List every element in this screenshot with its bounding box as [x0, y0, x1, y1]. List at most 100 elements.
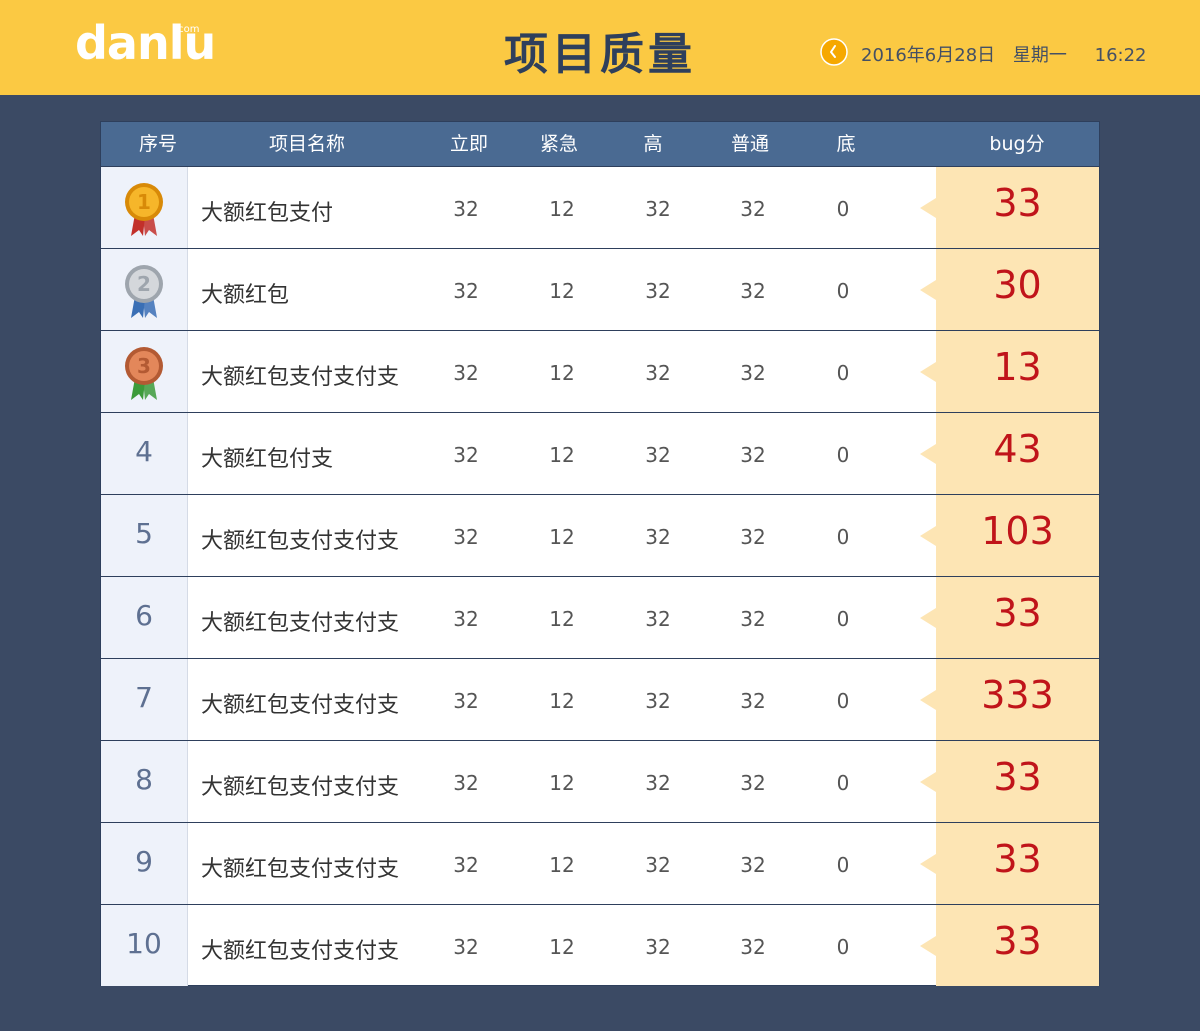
- table-header: 序号 项目名称 立即 紧急 高 普通 底 bug分: [101, 122, 1099, 166]
- column-header: 普通: [730, 133, 769, 155]
- rank-cell: 8: [101, 741, 188, 822]
- medal-rank: 3: [137, 354, 151, 378]
- count-cell: 32: [645, 935, 671, 959]
- count-cell: 0: [836, 935, 850, 959]
- score-pointer: [920, 280, 936, 300]
- quality-table: 序号 项目名称 立即 紧急高普通底 bug分 1 大额红包支付 32 12 32 32 0 33 2 大额…: [100, 121, 1100, 986]
- count-cell: 0: [836, 197, 850, 221]
- count-cell: 32: [453, 935, 479, 959]
- bug-score: 13: [993, 345, 1042, 389]
- score-pointer: [920, 690, 936, 710]
- bug-score: 33: [993, 591, 1042, 635]
- count-cell: 12: [549, 689, 575, 713]
- clock-icon: [820, 38, 848, 66]
- column-header: 立即: [449, 133, 488, 155]
- project-name: 大额红包支付支付支: [201, 365, 400, 390]
- bug-score: 43: [993, 427, 1042, 471]
- silver-medal-icon: 2: [125, 265, 163, 318]
- count-cell: 0: [836, 853, 850, 877]
- project-name: 大额红包支付支付支: [201, 693, 400, 718]
- count-cell: 12: [549, 443, 575, 467]
- datetime: 2016年6月28日 星期一 16:22: [861, 41, 1147, 67]
- count-cell: 32: [645, 279, 671, 303]
- count-cell: 32: [740, 361, 766, 385]
- rank-number: 6: [135, 599, 153, 632]
- count-cell: 0: [836, 443, 850, 467]
- column-header: bug分: [989, 133, 1045, 155]
- bug-score: 33: [993, 837, 1042, 881]
- gold-medal-icon: 1: [125, 183, 163, 236]
- count-cell: 32: [740, 689, 766, 713]
- bronze-medal-icon: 3: [125, 347, 163, 400]
- medal-rank: 1: [137, 190, 151, 214]
- project-name: 大额红包支付支付支: [201, 611, 400, 636]
- rank-number: 4: [135, 435, 153, 468]
- count-cell: 0: [836, 771, 850, 795]
- time-text: 16:22: [1094, 45, 1147, 66]
- table-row: 6 大额红包支付支付支 32 12 32 32 0 33: [101, 576, 1099, 658]
- count-cell: 12: [549, 853, 575, 877]
- column-header: 项目名称: [268, 133, 345, 155]
- count-cell: 32: [740, 607, 766, 631]
- count-cell: 32: [740, 771, 766, 795]
- table-row: 1 大额红包支付 32 12 32 32 0 33: [101, 166, 1099, 248]
- bug-score: 103: [981, 509, 1054, 553]
- count-cell: 32: [645, 689, 671, 713]
- table-row: 9 大额红包支付支付支 32 12 32 32 0 33: [101, 822, 1099, 904]
- rank-cell: 2: [101, 249, 188, 330]
- count-cell: 12: [549, 279, 575, 303]
- count-cell: 32: [453, 607, 479, 631]
- table-row: 8 大额红包支付支付支 32 12 32 32 0 33: [101, 740, 1099, 822]
- rank-number: 9: [135, 845, 153, 878]
- count-cell: 0: [836, 607, 850, 631]
- count-cell: 32: [740, 935, 766, 959]
- score-pointer: [920, 772, 936, 792]
- bug-score: 33: [993, 919, 1042, 963]
- count-cell: 32: [645, 771, 671, 795]
- rank-cell: 9: [101, 823, 188, 904]
- count-cell: 0: [836, 689, 850, 713]
- table-row: 10 大额红包支付支付支 32 12 32 32 0 33: [101, 904, 1099, 986]
- count-cell: 0: [836, 525, 850, 549]
- table-row: 3 大额红包支付支付支 32 12 32 32 0 13: [101, 330, 1099, 412]
- rank-number: 8: [135, 763, 153, 796]
- project-name: 大额红包支付支付支: [201, 529, 400, 554]
- top-header: danlu .com 项目质量 2016年6月28日 星期一 16:22: [0, 0, 1200, 95]
- table-row: 4 大额红包付支 32 12 32 32 0 43: [101, 412, 1099, 494]
- count-cell: 32: [740, 853, 766, 877]
- count-cell: 32: [453, 525, 479, 549]
- project-name: 大额红包付支: [201, 447, 334, 472]
- count-cell: 32: [645, 525, 671, 549]
- count-cell: 32: [453, 443, 479, 467]
- project-name: 大额红包支付支付支: [201, 939, 400, 964]
- count-cell: 32: [740, 443, 766, 467]
- column-header: 序号: [138, 133, 177, 155]
- count-cell: 32: [645, 197, 671, 221]
- weekday-text: 星期一: [1012, 45, 1067, 66]
- count-cell: 32: [645, 853, 671, 877]
- bug-score: 30: [993, 263, 1042, 307]
- score-pointer: [920, 362, 936, 382]
- count-cell: 32: [453, 197, 479, 221]
- rank-cell: 7: [101, 659, 188, 740]
- count-cell: 0: [836, 361, 850, 385]
- count-cell: 32: [453, 853, 479, 877]
- column-header: 高: [643, 133, 663, 155]
- bug-score: 333: [981, 673, 1054, 717]
- table-row: 5 大额红包支付支付支 32 12 32 32 0 103: [101, 494, 1099, 576]
- count-cell: 32: [453, 689, 479, 713]
- rank-cell: 5: [101, 495, 188, 576]
- rank-number: 7: [135, 681, 153, 714]
- count-cell: 12: [549, 935, 575, 959]
- table-row: 7 大额红包支付支付支 32 12 32 32 0 333: [101, 658, 1099, 740]
- medal-rank: 2: [137, 272, 151, 296]
- rank-cell: 6: [101, 577, 188, 658]
- rank-number: 10: [126, 927, 162, 960]
- rank-number: 5: [135, 517, 153, 550]
- score-pointer: [920, 198, 936, 218]
- score-pointer: [920, 526, 936, 546]
- project-name: 大额红包支付: [201, 201, 334, 226]
- rank-cell: 4: [101, 413, 188, 494]
- count-cell: 12: [549, 197, 575, 221]
- rank-cell: 1: [101, 167, 188, 248]
